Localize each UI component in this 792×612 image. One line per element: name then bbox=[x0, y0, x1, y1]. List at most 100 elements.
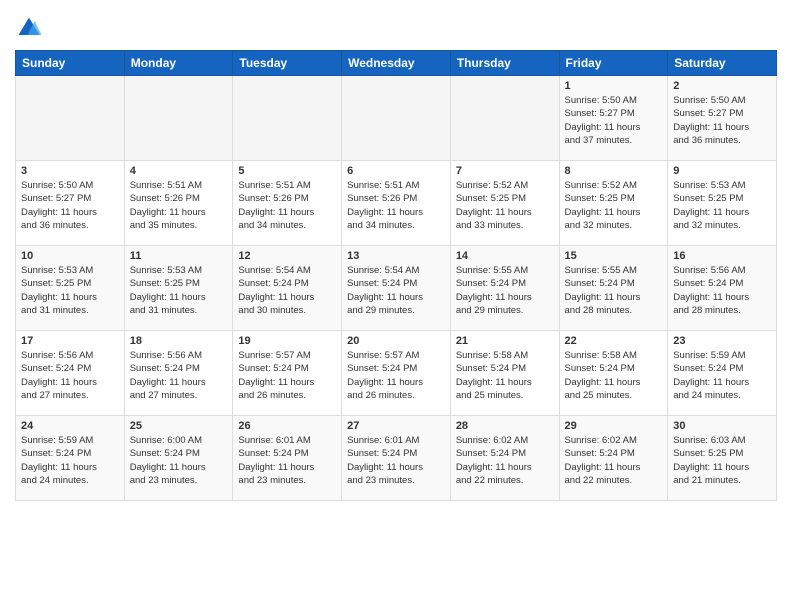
day-number: 27 bbox=[347, 420, 445, 432]
day-cell: 2 Sunrise: 5:50 AM Sunset: 5:27 PM Daylig… bbox=[668, 76, 777, 161]
day-cell: 15 Sunrise: 5:55 AM Sunset: 5:24 PM Dayli… bbox=[559, 246, 668, 331]
day-number: 20 bbox=[347, 335, 445, 347]
day-number: 24 bbox=[21, 420, 119, 432]
day-cell bbox=[450, 76, 559, 161]
week-row-1: 1 Sunrise: 5:50 AM Sunset: 5:27 PM Daylig… bbox=[16, 76, 777, 161]
day-info: Sunrise: 6:01 AM Sunset: 5:24 PM Dayligh… bbox=[347, 434, 445, 487]
day-cell: 22 Sunrise: 5:58 AM Sunset: 5:24 PM Dayli… bbox=[559, 331, 668, 416]
day-info: Sunrise: 5:55 AM Sunset: 5:24 PM Dayligh… bbox=[456, 264, 554, 317]
day-number: 8 bbox=[565, 165, 663, 177]
day-number: 15 bbox=[565, 250, 663, 262]
day-cell bbox=[16, 76, 125, 161]
day-info: Sunrise: 5:52 AM Sunset: 5:25 PM Dayligh… bbox=[565, 179, 663, 232]
day-cell: 6 Sunrise: 5:51 AM Sunset: 5:26 PM Daylig… bbox=[342, 161, 451, 246]
day-info: Sunrise: 5:56 AM Sunset: 5:24 PM Dayligh… bbox=[130, 349, 228, 402]
day-number: 6 bbox=[347, 165, 445, 177]
day-number: 5 bbox=[238, 165, 336, 177]
day-number: 11 bbox=[130, 250, 228, 262]
weekday-header-row: SundayMondayTuesdayWednesdayThursdayFrid… bbox=[16, 51, 777, 76]
day-number: 10 bbox=[21, 250, 119, 262]
day-info: Sunrise: 5:51 AM Sunset: 5:26 PM Dayligh… bbox=[238, 179, 336, 232]
day-info: Sunrise: 5:50 AM Sunset: 5:27 PM Dayligh… bbox=[21, 179, 119, 232]
day-info: Sunrise: 5:53 AM Sunset: 5:25 PM Dayligh… bbox=[673, 179, 771, 232]
day-cell bbox=[342, 76, 451, 161]
day-cell: 19 Sunrise: 5:57 AM Sunset: 5:24 PM Dayli… bbox=[233, 331, 342, 416]
day-info: Sunrise: 5:53 AM Sunset: 5:25 PM Dayligh… bbox=[130, 264, 228, 317]
header bbox=[15, 10, 777, 42]
day-cell: 24 Sunrise: 5:59 AM Sunset: 5:24 PM Dayli… bbox=[16, 416, 125, 501]
day-number: 23 bbox=[673, 335, 771, 347]
day-info: Sunrise: 5:51 AM Sunset: 5:26 PM Dayligh… bbox=[347, 179, 445, 232]
day-number: 26 bbox=[238, 420, 336, 432]
day-number: 21 bbox=[456, 335, 554, 347]
day-cell: 7Sunrise: 5:52 AM Sunset: 5:25 PM Daylig… bbox=[450, 161, 559, 246]
day-cell: 26Sunrise: 6:01 AM Sunset: 5:24 PM Dayli… bbox=[233, 416, 342, 501]
weekday-header-monday: Monday bbox=[124, 51, 233, 76]
day-number: 13 bbox=[347, 250, 445, 262]
week-row-3: 10 Sunrise: 5:53 AM Sunset: 5:25 PM Dayli… bbox=[16, 246, 777, 331]
day-info: Sunrise: 5:57 AM Sunset: 5:24 PM Dayligh… bbox=[347, 349, 445, 402]
day-number: 19 bbox=[238, 335, 336, 347]
day-cell: 18 Sunrise: 5:56 AM Sunset: 5:24 PM Dayli… bbox=[124, 331, 233, 416]
day-number: 4 bbox=[130, 165, 228, 177]
day-number: 1 bbox=[565, 80, 663, 92]
day-cell: 10 Sunrise: 5:53 AM Sunset: 5:25 PM Dayli… bbox=[16, 246, 125, 331]
week-row-5: 24 Sunrise: 5:59 AM Sunset: 5:24 PM Dayli… bbox=[16, 416, 777, 501]
day-info: Sunrise: 5:50 AM Sunset: 5:27 PM Dayligh… bbox=[673, 94, 771, 147]
day-info: Sunrise: 6:02 AM Sunset: 5:24 PM Dayligh… bbox=[456, 434, 554, 487]
day-info: Sunrise: 5:58 AM Sunset: 5:24 PM Dayligh… bbox=[565, 349, 663, 402]
day-cell: 27 Sunrise: 6:01 AM Sunset: 5:24 PM Dayli… bbox=[342, 416, 451, 501]
day-number: 2 bbox=[673, 80, 771, 92]
day-info: Sunrise: 5:51 AM Sunset: 5:26 PM Dayligh… bbox=[130, 179, 228, 232]
day-info: Sunrise: 5:54 AM Sunset: 5:24 PM Dayligh… bbox=[238, 264, 336, 317]
day-cell: 13 Sunrise: 5:54 AM Sunset: 5:24 PM Dayli… bbox=[342, 246, 451, 331]
day-cell: 25 Sunrise: 6:00 AM Sunset: 5:24 PM Dayli… bbox=[124, 416, 233, 501]
day-number: 18 bbox=[130, 335, 228, 347]
week-row-4: 17 Sunrise: 5:56 AM Sunset: 5:24 PM Dayli… bbox=[16, 331, 777, 416]
weekday-header-sunday: Sunday bbox=[16, 51, 125, 76]
day-number: 28 bbox=[456, 420, 554, 432]
day-cell: 29Sunrise: 6:02 AM Sunset: 5:24 PM Dayli… bbox=[559, 416, 668, 501]
day-info: Sunrise: 5:56 AM Sunset: 5:24 PM Dayligh… bbox=[673, 264, 771, 317]
day-info: Sunrise: 6:02 AM Sunset: 5:24 PM Dayligh… bbox=[565, 434, 663, 487]
day-cell bbox=[233, 76, 342, 161]
day-info: Sunrise: 5:54 AM Sunset: 5:24 PM Dayligh… bbox=[347, 264, 445, 317]
day-number: 16 bbox=[673, 250, 771, 262]
day-info: Sunrise: 5:59 AM Sunset: 5:24 PM Dayligh… bbox=[21, 434, 119, 487]
day-info: Sunrise: 6:03 AM Sunset: 5:25 PM Dayligh… bbox=[673, 434, 771, 487]
day-cell bbox=[124, 76, 233, 161]
day-cell: 1 Sunrise: 5:50 AM Sunset: 5:27 PM Daylig… bbox=[559, 76, 668, 161]
day-cell: 17Sunrise: 5:56 AM Sunset: 5:24 PM Dayli… bbox=[16, 331, 125, 416]
weekday-header-saturday: Saturday bbox=[668, 51, 777, 76]
day-info: Sunrise: 5:55 AM Sunset: 5:24 PM Dayligh… bbox=[565, 264, 663, 317]
day-number: 17 bbox=[21, 335, 119, 347]
week-row-2: 3Sunrise: 5:50 AM Sunset: 5:27 PM Daylig… bbox=[16, 161, 777, 246]
day-number: 12 bbox=[238, 250, 336, 262]
day-info: Sunrise: 5:57 AM Sunset: 5:24 PM Dayligh… bbox=[238, 349, 336, 402]
day-cell: 9Sunrise: 5:53 AM Sunset: 5:25 PM Daylig… bbox=[668, 161, 777, 246]
day-info: Sunrise: 5:53 AM Sunset: 5:25 PM Dayligh… bbox=[21, 264, 119, 317]
day-number: 22 bbox=[565, 335, 663, 347]
weekday-header-friday: Friday bbox=[559, 51, 668, 76]
day-number: 7 bbox=[456, 165, 554, 177]
day-number: 14 bbox=[456, 250, 554, 262]
day-cell: 11 Sunrise: 5:53 AM Sunset: 5:25 PM Dayli… bbox=[124, 246, 233, 331]
logo-icon bbox=[15, 14, 43, 42]
day-info: Sunrise: 5:59 AM Sunset: 5:24 PM Dayligh… bbox=[673, 349, 771, 402]
calendar: SundayMondayTuesdayWednesdayThursdayFrid… bbox=[15, 50, 777, 501]
day-cell: 16 Sunrise: 5:56 AM Sunset: 5:24 PM Dayli… bbox=[668, 246, 777, 331]
page: SundayMondayTuesdayWednesdayThursdayFrid… bbox=[0, 0, 792, 516]
day-cell: 23 Sunrise: 5:59 AM Sunset: 5:24 PM Dayli… bbox=[668, 331, 777, 416]
weekday-header-wednesday: Wednesday bbox=[342, 51, 451, 76]
day-cell: 5 Sunrise: 5:51 AM Sunset: 5:26 PM Daylig… bbox=[233, 161, 342, 246]
day-info: Sunrise: 5:50 AM Sunset: 5:27 PM Dayligh… bbox=[565, 94, 663, 147]
day-cell: 3Sunrise: 5:50 AM Sunset: 5:27 PM Daylig… bbox=[16, 161, 125, 246]
day-cell: 12 Sunrise: 5:54 AM Sunset: 5:24 PM Dayli… bbox=[233, 246, 342, 331]
day-info: Sunrise: 6:00 AM Sunset: 5:24 PM Dayligh… bbox=[130, 434, 228, 487]
day-cell: 14 Sunrise: 5:55 AM Sunset: 5:24 PM Dayli… bbox=[450, 246, 559, 331]
day-number: 30 bbox=[673, 420, 771, 432]
day-cell: 28 Sunrise: 6:02 AM Sunset: 5:24 PM Dayli… bbox=[450, 416, 559, 501]
day-info: Sunrise: 5:58 AM Sunset: 5:24 PM Dayligh… bbox=[456, 349, 554, 402]
day-number: 25 bbox=[130, 420, 228, 432]
day-cell: 20 Sunrise: 5:57 AM Sunset: 5:24 PM Dayli… bbox=[342, 331, 451, 416]
